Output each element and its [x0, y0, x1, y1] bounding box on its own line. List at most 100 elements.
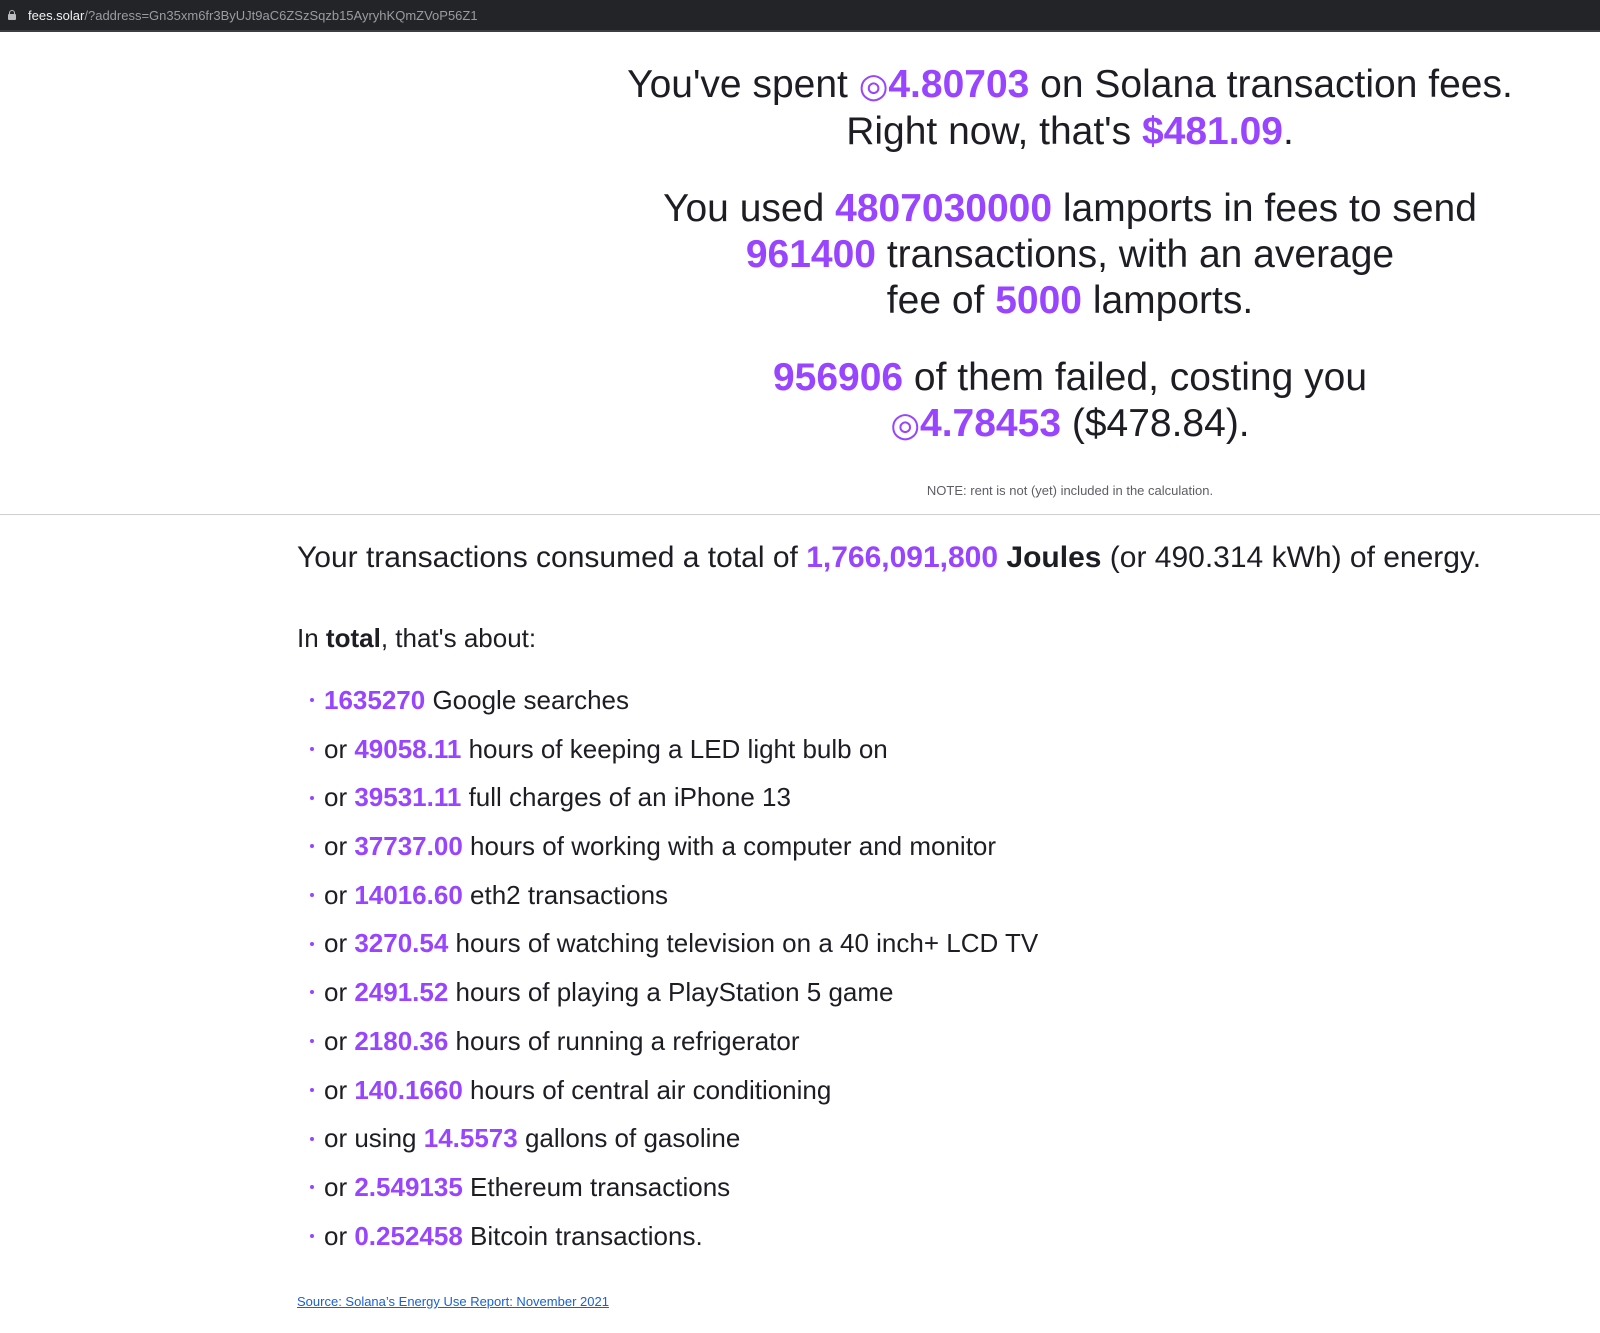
- item-description: full charges of an iPhone 13: [461, 782, 791, 813]
- item-value: 2491.52: [354, 977, 449, 1008]
- item-description: gallons of gasoline: [517, 1123, 741, 1154]
- tx-count-value: 961400: [745, 233, 876, 276]
- list-item: or 0.252458 Bitcoin transactions.: [310, 1212, 1038, 1261]
- sol-icon: ◎: [890, 405, 921, 445]
- list-item: or 140.1660 hours of central air conditi…: [310, 1066, 1038, 1115]
- item-lead: or: [324, 879, 355, 910]
- comparison-list: 1635270 Google searches or 49058.11 hours…: [310, 676, 1038, 1260]
- item-description: hours of running a refrigerator: [448, 1025, 800, 1056]
- list-item-text: or 49058.11 hours of keeping a LED light…: [324, 725, 888, 774]
- spent-suffix: on Solana transaction fees.: [1029, 63, 1513, 106]
- bullet-icon: [310, 747, 314, 752]
- failed-sol-amount: 4.78453: [920, 402, 1062, 445]
- joules-value: 1,766,091,800: [806, 541, 999, 574]
- energy-prefix: Your transactions consumed a total of: [297, 541, 807, 574]
- item-description: Bitcoin transactions.: [462, 1220, 703, 1251]
- bullet-icon: [310, 893, 314, 898]
- spent-sol-amount: 4.80703: [888, 63, 1030, 106]
- item-value: 2180.36: [354, 1025, 449, 1056]
- bullet-icon: [310, 941, 314, 946]
- kwh-value: (or 490.314 kWh) of energy.: [1101, 541, 1482, 574]
- item-lead: or: [324, 831, 355, 862]
- tx-mid: transactions, with an average: [876, 233, 1395, 276]
- bullet-icon: [310, 1087, 314, 1092]
- item-value: 39531.11: [354, 782, 462, 813]
- list-item-text: or 2.549135 Ethereum transactions: [324, 1163, 730, 1212]
- list-item-text: or 0.252458 Bitcoin transactions.: [324, 1212, 703, 1261]
- item-value: 1635270: [324, 685, 426, 715]
- item-value: 0.252458: [354, 1220, 463, 1251]
- item-lead: or: [324, 1171, 355, 1202]
- list-item-text: or 140.1660 hours of central air conditi…: [324, 1066, 831, 1115]
- lamports-total-value: 4807030000: [835, 187, 1053, 230]
- url-path: /?address=Gn35xm6fr3ByUJt9aC6ZSzSqzb15Ay…: [84, 7, 478, 23]
- item-value: 14.5573: [423, 1123, 518, 1154]
- failed-count-value: 956906: [772, 356, 904, 399]
- list-item: or 39531.11 full charges of an iPhone 13: [310, 773, 1038, 822]
- bullet-icon: [310, 1136, 314, 1141]
- bullet-icon: [310, 795, 314, 800]
- failed-sol-value: ◎4.78453: [890, 402, 1061, 445]
- fee-summary: You've spent ◎4.80703 on Solana transact…: [560, 34, 1580, 499]
- list-item-text: or 2491.52 hours of playing a PlayStatio…: [324, 968, 894, 1017]
- list-item-text: or 39531.11 full charges of an iPhone 13: [324, 773, 791, 822]
- list-item-text: or 3270.54 hours of watching television …: [324, 919, 1038, 968]
- item-lead: or using: [324, 1123, 424, 1154]
- used-prefix: You used: [663, 187, 836, 230]
- item-lead: or: [324, 977, 355, 1008]
- list-item-text: 1635270 Google searches: [324, 676, 629, 725]
- source-link[interactable]: Source: Solana’s Energy Use Report: Nove…: [297, 1294, 609, 1309]
- item-description: hours of working with a computer and mon…: [462, 831, 997, 862]
- failed-line: 956906 of them failed, costing you ◎4.78…: [560, 355, 1580, 448]
- item-value: 140.1660: [354, 1074, 463, 1105]
- list-item-text: or 37737.00 hours of working with a comp…: [324, 822, 996, 871]
- spent-sol-value: ◎4.80703: [859, 63, 1030, 106]
- list-item-text: or 2180.36 hours of running a refrigerat…: [324, 1017, 800, 1066]
- lock-icon: [8, 10, 16, 20]
- list-item: or 2491.52 hours of playing a PlayStatio…: [310, 968, 1038, 1017]
- item-description: hours of keeping a LED light bulb on: [461, 733, 888, 764]
- spent-usd-value: $481.09: [1141, 110, 1283, 153]
- browser-address-bar[interactable]: fees.solar/?address=Gn35xm6fr3ByUJt9aC6Z…: [0, 0, 1600, 32]
- intro-bold: total: [325, 623, 381, 653]
- item-lead: or: [324, 928, 355, 959]
- list-item: or 2180.36 hours of running a refrigerat…: [310, 1017, 1038, 1066]
- section-divider: [0, 514, 1600, 515]
- fee-prefix: fee of: [886, 279, 996, 322]
- item-value: 49058.11: [354, 733, 462, 764]
- item-description: eth2 transactions: [462, 879, 669, 910]
- item-description: Google searches: [425, 685, 630, 715]
- item-description: hours of central air conditioning: [462, 1074, 832, 1105]
- rent-note: NOTE: rent is not (yet) included in the …: [926, 483, 1214, 498]
- bullet-icon: [310, 990, 314, 995]
- list-item: or 37737.00 hours of working with a comp…: [310, 822, 1038, 871]
- item-lead: or: [324, 733, 355, 764]
- list-item: or 2.549135 Ethereum transactions: [310, 1163, 1038, 1212]
- spent-prefix: You've spent: [627, 63, 859, 106]
- item-lead: or: [324, 782, 355, 813]
- bullet-icon: [310, 1233, 314, 1238]
- item-value: 14016.60: [354, 879, 463, 910]
- intro-suffix: , that's about:: [380, 623, 537, 653]
- bullet-icon: [310, 698, 314, 703]
- item-description: hours of playing a PlayStation 5 game: [448, 977, 894, 1008]
- item-description: hours of watching television on a 40 inc…: [448, 928, 1039, 959]
- item-value: 3270.54: [354, 928, 449, 959]
- now-suffix: .: [1282, 110, 1294, 153]
- list-item-text: or 14016.60 eth2 transactions: [324, 871, 668, 920]
- sol-icon: ◎: [858, 66, 889, 106]
- spent-line: You've spent ◎4.80703 on Solana transact…: [560, 62, 1580, 155]
- lamports-line: You used 4807030000 lamports in fees to …: [560, 186, 1580, 324]
- fee-suffix: lamports.: [1081, 279, 1254, 322]
- failed-usd-value: ($478.84).: [1061, 402, 1250, 445]
- bullet-icon: [310, 844, 314, 849]
- list-item: or 49058.11 hours of keeping a LED light…: [310, 725, 1038, 774]
- intro-prefix: In: [297, 623, 326, 653]
- item-value: 37737.00: [354, 831, 463, 862]
- failed-mid: of them failed, costing you: [903, 356, 1368, 399]
- list-item: or using 14.5573 gallons of gasoline: [310, 1114, 1038, 1163]
- avg-fee-value: 5000: [995, 279, 1082, 322]
- bullet-icon: [310, 1039, 314, 1044]
- url-host: fees.solar: [28, 7, 85, 23]
- list-item: or 3270.54 hours of watching television …: [310, 919, 1038, 968]
